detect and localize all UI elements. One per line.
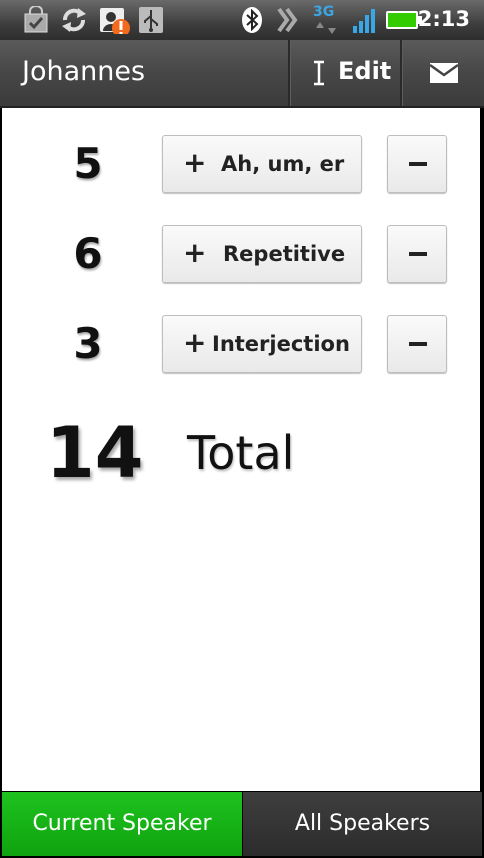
text-cursor-icon [314,60,324,86]
increment-button-label: Interjection [212,332,350,356]
minus-icon [409,252,427,256]
increment-interjection-button[interactable]: + Interjection [162,315,362,373]
decrement-repetitive-button[interactable] [387,225,447,283]
minus-icon [409,342,427,346]
counter-value: 5 [73,139,103,188]
edit-button-label: Edit [338,57,392,85]
increment-button-label: Repetitive [223,242,346,266]
counter-value: 6 [73,229,103,278]
status-bar: 3G 2:13 [0,0,484,41]
status-time: 2:13 [417,7,470,31]
action-bar: Johannes Edit [0,40,484,108]
plus-icon: + [183,326,207,359]
edit-button[interactable]: Edit [292,40,400,106]
total-label: Total [187,426,295,480]
signal-icon [353,9,375,33]
sync-icon [62,8,86,32]
counter-row-ah-um-er: 5 + Ah, um, er [2,135,480,195]
bluetooth-icon [242,7,262,33]
increment-repetitive-button[interactable]: + Repetitive [162,225,362,283]
usb-icon [139,7,163,33]
contact-alert-icon [100,8,130,34]
network-label: 3G [313,4,335,20]
data-arrows-icon [316,22,336,34]
decrement-interjection-button[interactable] [387,315,447,373]
market-icon [24,6,48,33]
counter-panel: 5 + Ah, um, er 6 + Repetitive 3 + Interj… [2,108,480,791]
mail-icon [429,63,459,83]
network-3g-icon: 3G [312,4,342,36]
tab-current-speaker[interactable]: Current Speaker [2,792,242,856]
increment-ah-um-er-button[interactable]: + Ah, um, er [162,135,362,193]
mail-button[interactable] [404,40,484,106]
total-count: 14 [46,412,144,494]
action-bar-divider [288,40,291,106]
action-bar-divider [400,40,403,106]
speaker-name-title: Johannes [22,56,146,87]
counter-value: 3 [73,319,103,368]
increment-button-label: Ah, um, er [221,152,345,176]
minus-icon [409,162,427,166]
counter-row-interjection: 3 + Interjection [2,315,480,375]
vibrate-icon [277,7,298,33]
plus-icon: + [183,146,207,179]
counter-row-repetitive: 6 + Repetitive [2,225,480,285]
plus-icon: + [183,236,207,269]
decrement-ah-um-er-button[interactable] [387,135,447,193]
tab-all-speakers[interactable]: All Speakers [243,792,482,856]
